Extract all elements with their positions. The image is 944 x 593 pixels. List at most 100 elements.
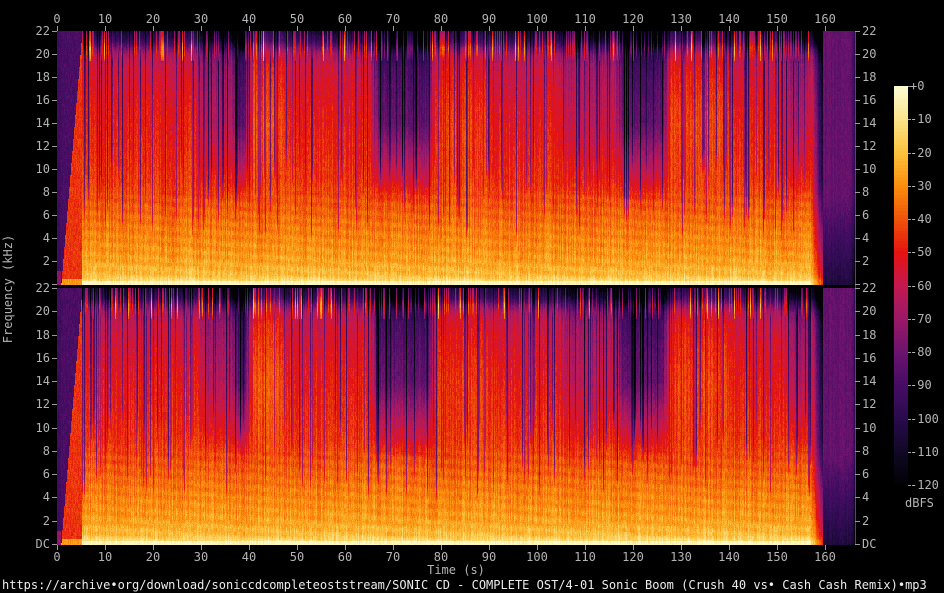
freq-tick	[855, 215, 860, 216]
frequency-axis-label: Frequency (kHz)	[1, 234, 15, 344]
freq-tick-label: 22	[35, 24, 50, 38]
freq-tick	[855, 404, 860, 405]
freq-tick-label: 22	[862, 24, 877, 38]
time-tick-label: 40	[241, 12, 257, 26]
freq-tick	[855, 238, 860, 239]
colorbar-tick-label: -20	[910, 146, 932, 160]
freq-tick	[52, 238, 57, 239]
freq-tick-label: 6	[42, 467, 50, 481]
colorbar-gradient	[894, 86, 908, 486]
time-tick-label: 80	[433, 12, 449, 26]
time-tick-label: 120	[622, 12, 644, 26]
time-tick-label: 50	[289, 12, 305, 26]
colorbar-unit-label: dBFS	[905, 496, 934, 510]
time-tick-label: 140	[718, 12, 740, 26]
time-tick-label: 100	[526, 550, 548, 564]
freq-tick-label: 2	[42, 254, 50, 268]
freq-tick	[52, 192, 57, 193]
freq-tick	[855, 192, 860, 193]
freq-tick-label: 12	[862, 139, 877, 153]
time-tick-label: 10	[97, 550, 113, 564]
freq-tick	[52, 311, 57, 312]
freq-tick	[52, 123, 57, 124]
time-tick	[57, 26, 58, 31]
time-tick	[729, 26, 730, 31]
freq-tick-label: 16	[35, 351, 50, 365]
freq-tick	[855, 288, 860, 289]
freq-tick	[855, 521, 860, 522]
time-tick	[345, 26, 346, 31]
freq-tick	[52, 451, 57, 452]
freq-tick-label: 2	[862, 254, 870, 268]
freq-tick-label: 20	[35, 47, 50, 61]
time-tick	[825, 26, 826, 31]
time-tick	[633, 26, 634, 31]
file-url-text: https://archive•org/download/soniccdcomp…	[2, 578, 927, 592]
freq-tick	[855, 497, 860, 498]
freq-tick-label: 20	[862, 47, 877, 61]
freq-tick-label: 16	[35, 93, 50, 107]
freq-tick-label: 8	[42, 185, 50, 199]
time-tick	[201, 26, 202, 31]
freq-tick-label: 22	[35, 281, 50, 295]
colorbar-tick-label: -30	[910, 179, 932, 193]
colorbar-tick-label: -60	[910, 279, 932, 293]
time-tick	[585, 26, 586, 31]
freq-tick	[52, 284, 57, 285]
time-axis-label: Time (s)	[427, 563, 485, 577]
freq-tick	[855, 474, 860, 475]
colorbar-tick-label: -110	[910, 445, 939, 459]
freq-tick-label: 12	[35, 397, 50, 411]
time-tick	[249, 26, 250, 31]
freq-tick-label: 14	[862, 374, 877, 388]
time-tick-label: 130	[670, 550, 692, 564]
time-tick-label: 140	[718, 550, 740, 564]
freq-tick	[855, 335, 860, 336]
freq-tick	[52, 521, 57, 522]
freq-tick-label: 4	[42, 231, 50, 245]
time-tick-label: 40	[241, 550, 257, 564]
freq-tick-label: 18	[862, 328, 877, 342]
spectrogram-view: 0 10 20 30 40 50 60 70 80 90 100 110 120 130 140 150 160…	[0, 0, 944, 593]
freq-tick	[52, 77, 57, 78]
freq-tick	[855, 54, 860, 55]
freq-tick	[52, 100, 57, 101]
freq-tick	[52, 474, 57, 475]
freq-tick	[52, 544, 57, 545]
freq-tick-label: 8	[42, 444, 50, 458]
freq-tick-label: 10	[862, 421, 877, 435]
freq-tick-label: 20	[35, 304, 50, 318]
freq-tick	[855, 123, 860, 124]
time-tick	[489, 26, 490, 31]
freq-tick	[855, 451, 860, 452]
time-tick-label: 70	[385, 550, 401, 564]
freq-tick	[855, 77, 860, 78]
freq-tick	[52, 497, 57, 498]
colorbar-tick-label: -120	[910, 478, 939, 492]
time-tick	[297, 26, 298, 31]
time-tick-label: 60	[337, 550, 353, 564]
time-tick-label: 50	[289, 550, 305, 564]
freq-tick	[52, 54, 57, 55]
freq-tick-label: 14	[862, 116, 877, 130]
freq-tick	[52, 381, 57, 382]
freq-tick	[855, 311, 860, 312]
colorbar-tick-label: -80	[910, 345, 932, 359]
freq-tick-label: 10	[862, 162, 877, 176]
time-tick-label: 120	[622, 550, 644, 564]
time-tick	[441, 26, 442, 31]
freq-tick	[855, 146, 860, 147]
time-tick-label: 110	[574, 12, 596, 26]
time-tick	[153, 26, 154, 31]
freq-tick-label: 6	[862, 467, 870, 481]
freq-tick	[52, 31, 57, 32]
colorbar-tick-label: -90	[910, 378, 932, 392]
freq-tick-label: 18	[35, 70, 50, 84]
freq-tick-label: 18	[862, 70, 877, 84]
freq-tick-label: DC	[35, 537, 50, 551]
freq-tick	[855, 358, 860, 359]
colorbar-tick-label: -100	[910, 412, 939, 426]
colorbar-tick-label: -10	[910, 112, 932, 126]
freq-tick	[855, 381, 860, 382]
time-tick	[777, 26, 778, 31]
